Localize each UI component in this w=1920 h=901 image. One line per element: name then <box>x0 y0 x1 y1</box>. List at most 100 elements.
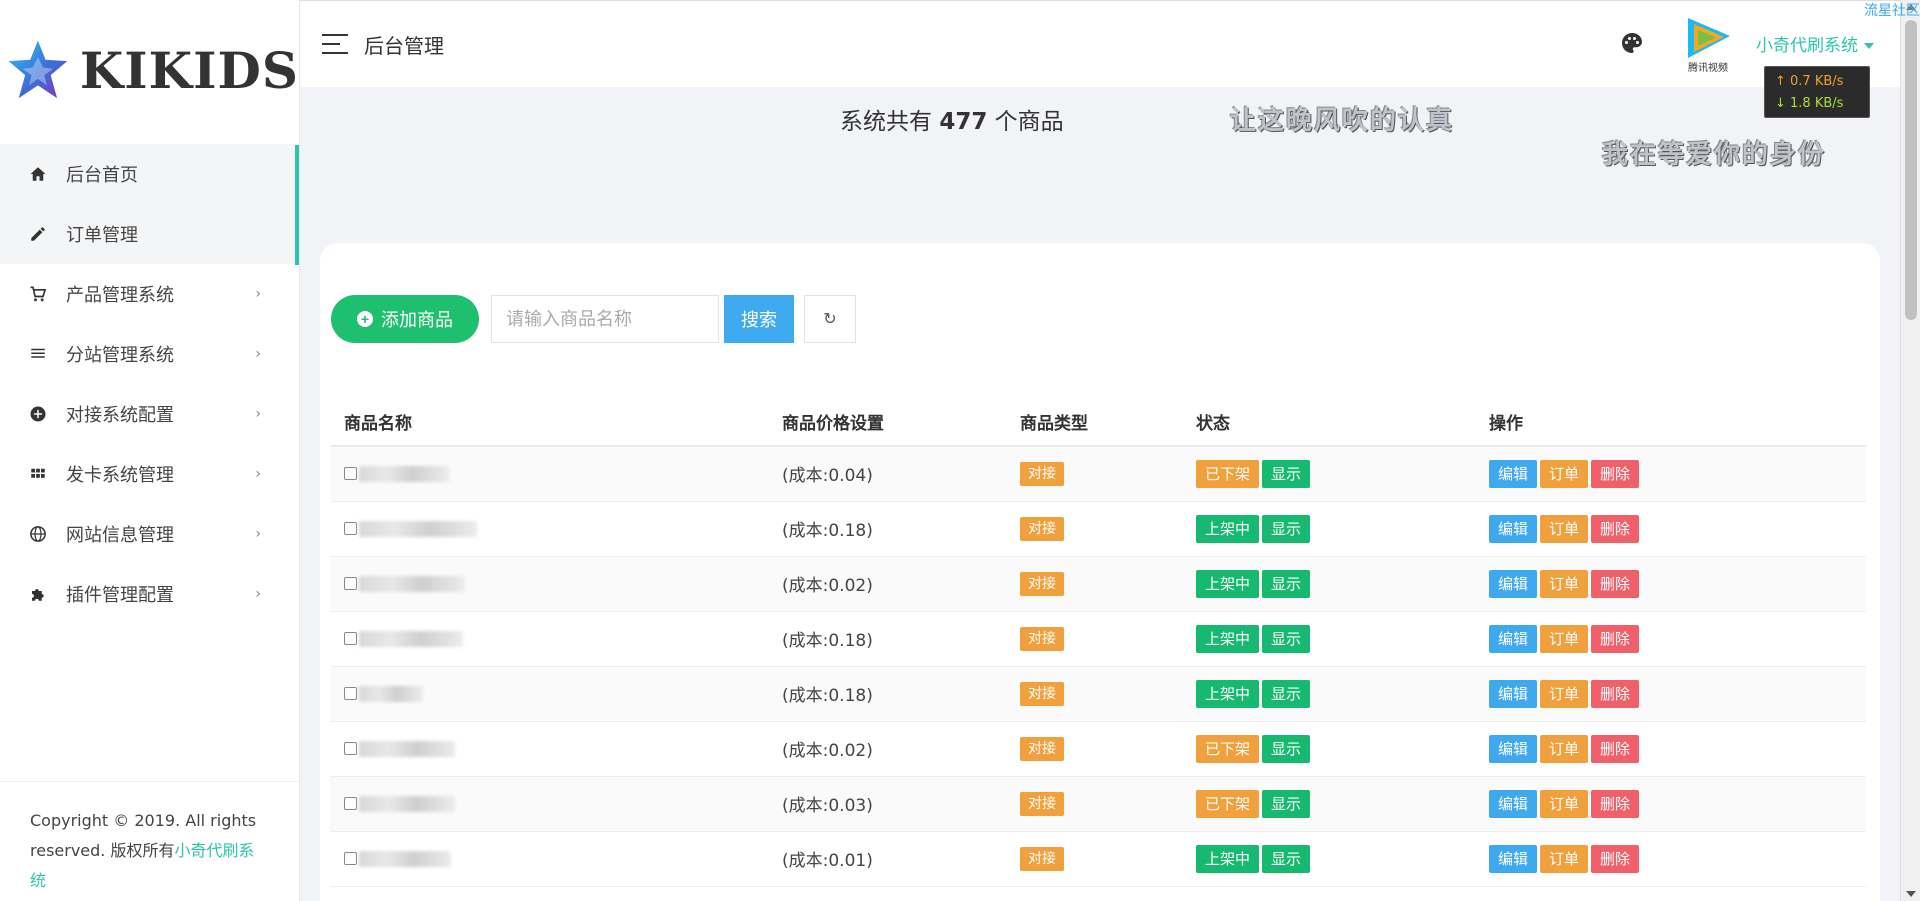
delete-button[interactable]: 删除 <box>1591 514 1640 543</box>
order-button[interactable]: 订单 <box>1540 789 1589 818</box>
row-checkbox[interactable] <box>344 742 357 755</box>
avatar[interactable]: 腾讯视频 <box>1680 14 1736 74</box>
delete-button[interactable]: 删除 <box>1591 734 1640 763</box>
actions-cell: 编辑 订单 删除 <box>1489 446 1866 502</box>
product-name-cell <box>330 501 776 557</box>
type-cell: 对接 <box>1020 776 1196 832</box>
row-checkbox[interactable] <box>344 687 357 700</box>
visibility-toggle-button[interactable]: 显示 <box>1262 624 1311 653</box>
order-button[interactable]: 订单 <box>1540 459 1589 488</box>
order-button[interactable]: 订单 <box>1540 844 1589 873</box>
scroll-down-arrow-icon[interactable] <box>1906 891 1916 897</box>
row-checkbox[interactable] <box>344 632 357 645</box>
visibility-toggle-button[interactable]: 显示 <box>1262 514 1311 543</box>
status-toggle-button[interactable]: 上架中 <box>1196 569 1260 598</box>
delete-button[interactable]: 删除 <box>1591 844 1640 873</box>
status-toggle-button[interactable]: 上架中 <box>1196 624 1260 653</box>
type-cell: 对接 <box>1020 446 1196 502</box>
edit-button[interactable]: 编辑 <box>1489 569 1538 598</box>
type-cell: 对接 <box>1020 666 1196 722</box>
sidebar-item-docking[interactable]: 对接系统配置 › <box>0 384 299 444</box>
pencil-icon <box>28 224 48 244</box>
redacted-product-name <box>359 520 477 537</box>
row-checkbox[interactable] <box>344 577 357 590</box>
order-button[interactable]: 订单 <box>1540 679 1589 708</box>
visibility-toggle-button[interactable]: 显示 <box>1262 459 1311 488</box>
status-cell: 已下架 显示 <box>1196 446 1489 502</box>
add-product-button[interactable]: + 添加商品 <box>331 295 479 343</box>
sidebar-item-substations[interactable]: 分站管理系统 › <box>0 324 299 384</box>
palette-icon[interactable] <box>1620 31 1644 55</box>
redacted-product-name <box>359 630 463 647</box>
status-toggle-button[interactable]: 已下架 <box>1196 459 1260 488</box>
product-name-cell <box>330 831 776 887</box>
visibility-toggle-button[interactable]: 显示 <box>1262 789 1311 818</box>
delete-button[interactable]: 删除 <box>1591 569 1640 598</box>
visibility-toggle-button[interactable]: 显示 <box>1262 734 1311 763</box>
sidebar-item-dashboard[interactable]: 后台首页 <box>0 144 299 204</box>
row-checkbox[interactable] <box>344 797 357 810</box>
edit-button[interactable]: 编辑 <box>1489 459 1538 488</box>
order-button[interactable]: 订单 <box>1540 734 1589 763</box>
price-cell: (成本:0.18) <box>776 501 1020 557</box>
corner-link[interactable]: 流星社区 <box>1864 0 1920 20</box>
actions-cell: 编辑 订单 删除 <box>1489 776 1866 832</box>
status-toggle-button[interactable]: 上架中 <box>1196 514 1260 543</box>
status-cell: 上架中 显示 <box>1196 611 1489 667</box>
chevron-right-icon: › <box>255 526 261 542</box>
sidebar-item-label: 分站管理系统 <box>66 345 174 366</box>
scrollbar-thumb[interactable] <box>1905 20 1917 320</box>
order-button[interactable]: 订单 <box>1540 514 1589 543</box>
delete-button[interactable]: 删除 <box>1591 624 1640 653</box>
redacted-product-name <box>359 575 465 592</box>
sidebar-item-label: 订单管理 <box>66 225 138 246</box>
type-badge: 对接 <box>1020 461 1064 486</box>
status-toggle-button[interactable]: 上架中 <box>1196 679 1260 708</box>
order-button[interactable]: 订单 <box>1540 624 1589 653</box>
sidebar-nav: 后台首页 订单管理 产品管理系统 › 分站管理系统 › 对接系统配置 › 发卡系… <box>0 144 299 624</box>
edit-button[interactable]: 编辑 <box>1489 789 1538 818</box>
edit-button[interactable]: 编辑 <box>1489 679 1538 708</box>
visibility-toggle-button[interactable]: 显示 <box>1262 844 1311 873</box>
table-row: (成本:0.02) 对接 上架中 显示 编辑 订单 删除 <box>330 556 1866 612</box>
logo[interactable]: KIKIDS <box>0 0 299 140</box>
visibility-toggle-button[interactable]: 显示 <box>1262 679 1311 708</box>
status-toggle-button[interactable]: 已下架 <box>1196 789 1260 818</box>
table-row: (成本:0.03) 对接 已下架 显示 编辑 订单 删除 <box>330 776 1866 832</box>
edit-button[interactable]: 编辑 <box>1489 734 1538 763</box>
sidebar-item-cards[interactable]: 发卡系统管理 › <box>0 444 299 504</box>
count-value: 477 <box>939 109 988 135</box>
sidebar-item-plugins[interactable]: 插件管理配置 › <box>0 564 299 624</box>
product-list-card: + 添加商品 搜索 ↻ 商品名称 商品价格设置 商品类型 状态 操作 (成本:0… <box>320 243 1880 901</box>
order-button[interactable]: 订单 <box>1540 569 1589 598</box>
actions-cell: 编辑 订单 删除 <box>1489 721 1866 777</box>
redacted-product-name <box>359 850 451 867</box>
edit-button[interactable]: 编辑 <box>1489 514 1538 543</box>
status-toggle-button[interactable]: 上架中 <box>1196 844 1260 873</box>
row-checkbox[interactable] <box>344 467 357 481</box>
delete-button[interactable]: 删除 <box>1591 789 1640 818</box>
copyright-line-2: reserved. 版权所有小奇代刷系统 <box>30 836 270 896</box>
sidebar-item-site-info[interactable]: 网站信息管理 › <box>0 504 299 564</box>
delete-button[interactable]: 删除 <box>1591 459 1640 488</box>
user-menu[interactable]: 小奇代刷系统 <box>1756 31 1874 56</box>
status-toggle-button[interactable]: 已下架 <box>1196 734 1260 763</box>
table-row: (成本:0.02) 对接 已下架 显示 编辑 订单 删除 <box>330 721 1866 777</box>
page-scrollbar[interactable] <box>1900 0 1920 901</box>
row-checkbox[interactable] <box>344 522 357 535</box>
refresh-button[interactable]: ↻ <box>804 295 856 343</box>
type-badge: 对接 <box>1020 846 1064 871</box>
edit-button[interactable]: 编辑 <box>1489 624 1538 653</box>
chevron-right-icon: › <box>255 586 261 602</box>
edit-button[interactable]: 编辑 <box>1489 844 1538 873</box>
sidebar-item-products[interactable]: 产品管理系统 › <box>0 264 299 324</box>
column-header-actions: 操作 <box>1489 398 1866 447</box>
sidebar-item-orders[interactable]: 订单管理 <box>0 204 299 264</box>
search-button[interactable]: 搜索 <box>724 295 794 343</box>
visibility-toggle-button[interactable]: 显示 <box>1262 569 1311 598</box>
row-checkbox[interactable] <box>344 852 357 865</box>
search-input[interactable] <box>491 295 719 343</box>
delete-button[interactable]: 删除 <box>1591 679 1640 708</box>
active-indicator <box>295 145 299 265</box>
menu-toggle-icon[interactable] <box>322 34 348 54</box>
